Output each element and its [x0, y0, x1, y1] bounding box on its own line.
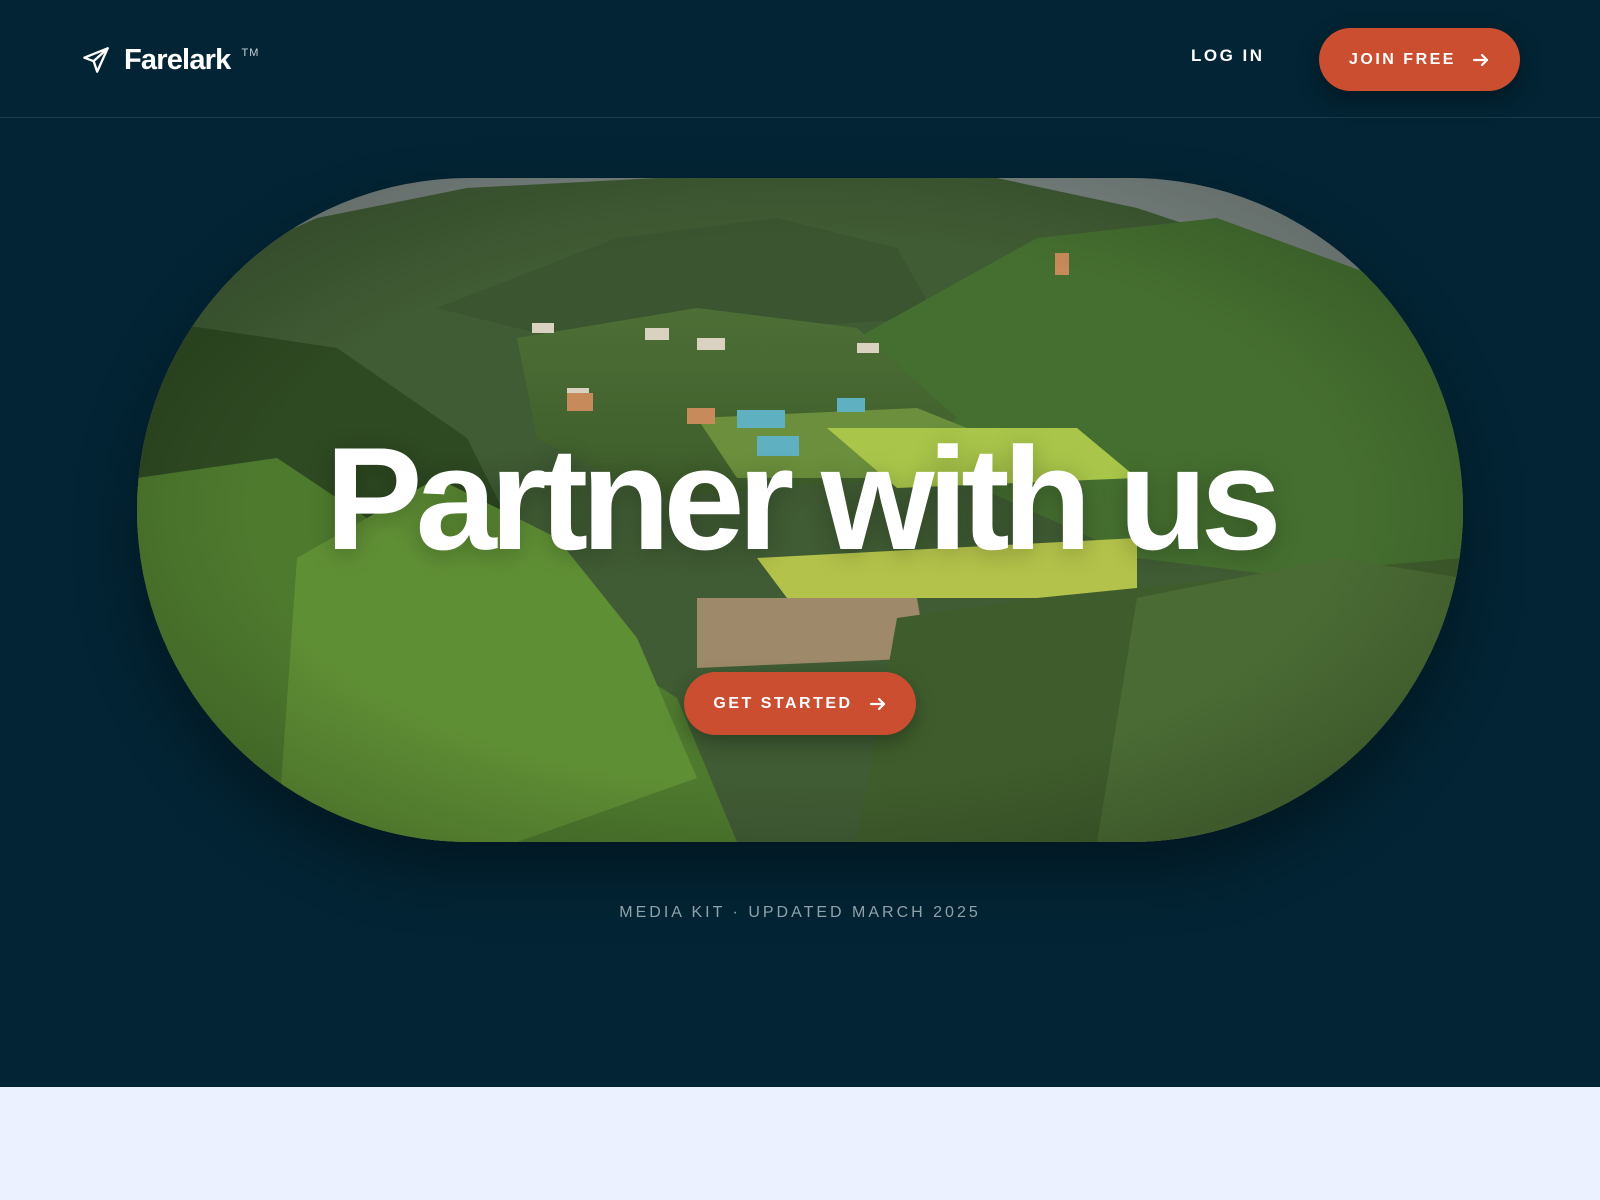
get-started-label: GET STARTED: [713, 694, 853, 712]
join-free-label: JOIN FREE: [1349, 50, 1456, 68]
media-kit-note: MEDIA KIT · UPDATED MARCH 2025: [619, 904, 981, 921]
login-link[interactable]: LOG IN: [1191, 46, 1265, 66]
get-started-button[interactable]: GET STARTED: [684, 672, 916, 735]
next-section: [0, 1087, 1600, 1200]
hero-title: Partner with us: [325, 417, 1282, 580]
brand-logo[interactable]: Farelark TM: [82, 40, 259, 80]
hero-section: Farelark TM LOG IN JOIN FREE Partner wit…: [0, 0, 1600, 1087]
arrow-right-icon: [1472, 51, 1490, 69]
join-free-button[interactable]: JOIN FREE: [1319, 28, 1520, 91]
paper-plane-icon: [82, 46, 110, 74]
site-header: Farelark TM LOG IN JOIN FREE: [0, 0, 1600, 118]
trademark-mark: TM: [241, 47, 260, 59]
brand-name: Farelark: [124, 43, 231, 76]
arrow-right-icon: [869, 695, 887, 713]
hero-card: Partner with us GET STARTED: [137, 178, 1463, 842]
